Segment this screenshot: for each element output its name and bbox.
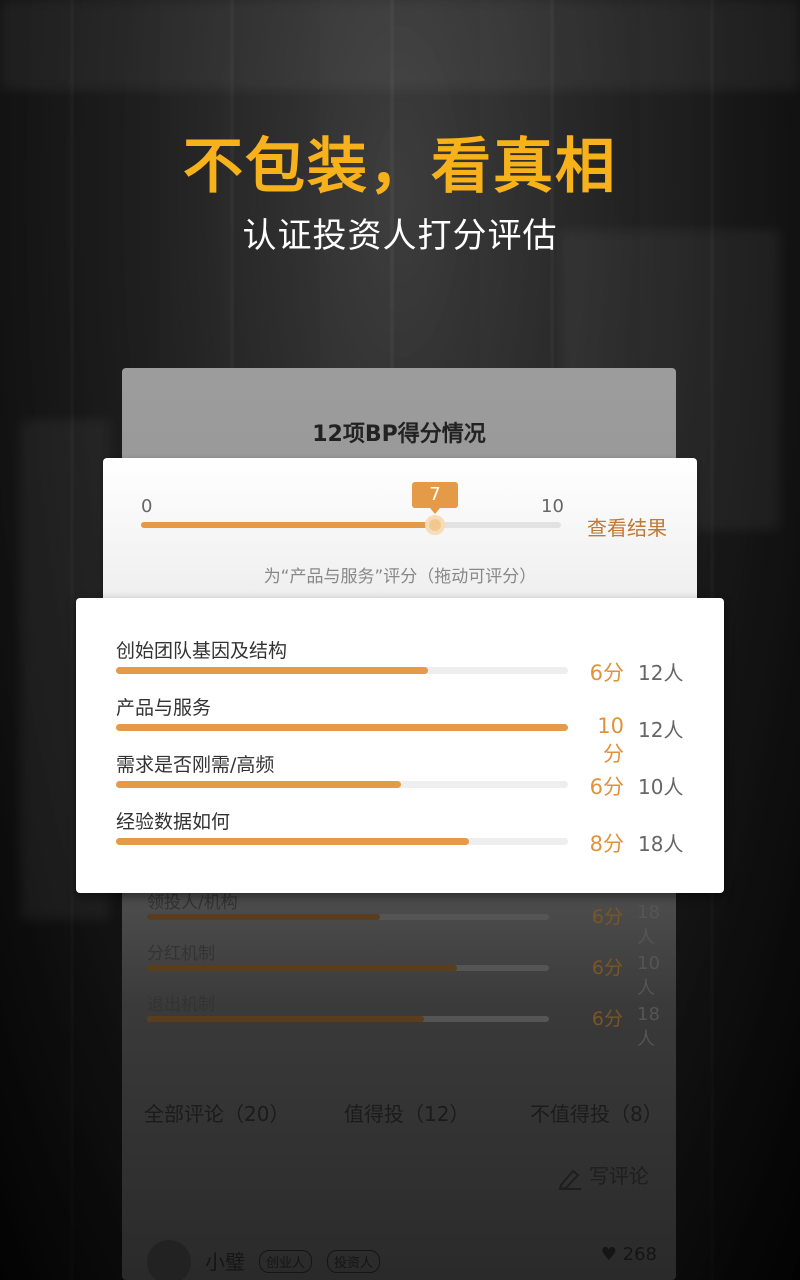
comment-tabs: 全部评论（20） 值得投（12） 不值得投（8） [144,1098,663,1130]
score-row: 需求是否刚需/高频 6分 10人 [116,750,696,806]
score-bar-track [147,965,549,971]
score-bar-track [147,914,549,920]
role-badge: 创业人 [259,1250,313,1273]
score-voter-count: 12人 [638,718,684,742]
score-bar-track [116,724,568,731]
background-shelf-1 [0,0,800,90]
score-value: 6分 [589,775,624,799]
role-badge: 投资人 [327,1250,381,1273]
score-bar-track [116,838,568,845]
hero-title: 不包装，看真相 [183,132,617,202]
score-bar-fill [116,724,568,731]
write-comment-button[interactable]: 写评论 [557,1160,649,1191]
score-row-label: 经验数据如何 [116,811,231,833]
slider-thumb[interactable] [425,515,445,535]
slider-fill [141,522,435,528]
comment-username: 小璧 [205,1250,245,1274]
score-value: 6分 [589,661,624,685]
heart-icon: ♥ [600,1244,617,1265]
view-result-link[interactable]: 查看结果 [587,512,667,541]
rating-slider-card: 0 10 7 查看结果 为“产品与服务”评分（拖动可评分） [103,458,697,618]
score-value: 6分 [591,906,623,928]
write-comment-label: 写评论 [589,1164,649,1188]
score-row-label: 产品与服务 [116,697,212,719]
score-bar-track [116,781,568,788]
score-row: 分红机制 6分 10人 [147,939,660,999]
score-row: 退出机制 6分 18人 [147,990,660,1050]
tab-all-comments[interactable]: 全部评论（20） [144,1098,289,1127]
score-voter-count: 18人 [637,1004,660,1050]
score-bar-fill [116,838,469,845]
comment-item: 小璧 创业人 投资人 ♥ 268 [147,1240,657,1280]
score-row: 产品与服务 10分 12人 [116,693,696,766]
tab-worth-investing[interactable]: 值得投（12） [344,1098,469,1127]
score-list-card: 创始团队基因及结构 6分 12人 产品与服务 10分 12人 需求是否刚需/高频… [76,598,724,893]
score-bar-fill [116,667,428,674]
score-row-label: 分红机制 [147,944,215,964]
score-value: 6分 [591,1008,623,1030]
tab-not-worth-investing[interactable]: 不值得投（8） [530,1098,663,1127]
score-row-label: 退出机制 [147,995,215,1015]
score-row-label: 需求是否刚需/高频 [116,754,275,776]
score-bar-track [116,667,568,674]
score-voter-count: 18人 [638,832,684,856]
hero-subtitle: 认证投资人打分评估 [242,216,558,256]
score-row-label: 创始团队基因及结构 [116,640,288,662]
pen-icon [558,1169,581,1190]
score-row: 创始团队基因及结构 6分 12人 [116,636,696,692]
score-bar-fill [147,914,381,920]
score-value: 6分 [591,957,623,979]
score-value: 8分 [589,832,624,856]
panel-title: 12项BP得分情况 [312,422,486,447]
extra-score-list: 领投人/机构 6分 18人 分红机制 6分 10人 退出机制 6分 18人 [147,888,660,1050]
slider-min-label: 0 [141,496,153,517]
score-bar-fill [116,781,401,788]
score-voter-count: 12人 [638,661,684,685]
slider-max-label: 10 [541,496,564,517]
score-bar-fill [147,1016,425,1022]
slider-hint: 为“产品与服务”评分（拖动可评分） [263,567,537,587]
score-row: 领投人/机构 6分 18人 [147,888,660,948]
score-bar-track [147,1016,549,1022]
score-row: 经验数据如何 8分 18人 [116,807,696,863]
rating-slider[interactable] [141,522,561,528]
like-button[interactable]: ♥ 268 [601,1244,657,1265]
slider-value-tooltip: 7 [412,482,458,514]
like-count: 268 [622,1244,657,1265]
avatar[interactable] [147,1240,191,1280]
score-bar-fill [147,965,457,971]
score-voter-count: 10人 [638,775,684,799]
